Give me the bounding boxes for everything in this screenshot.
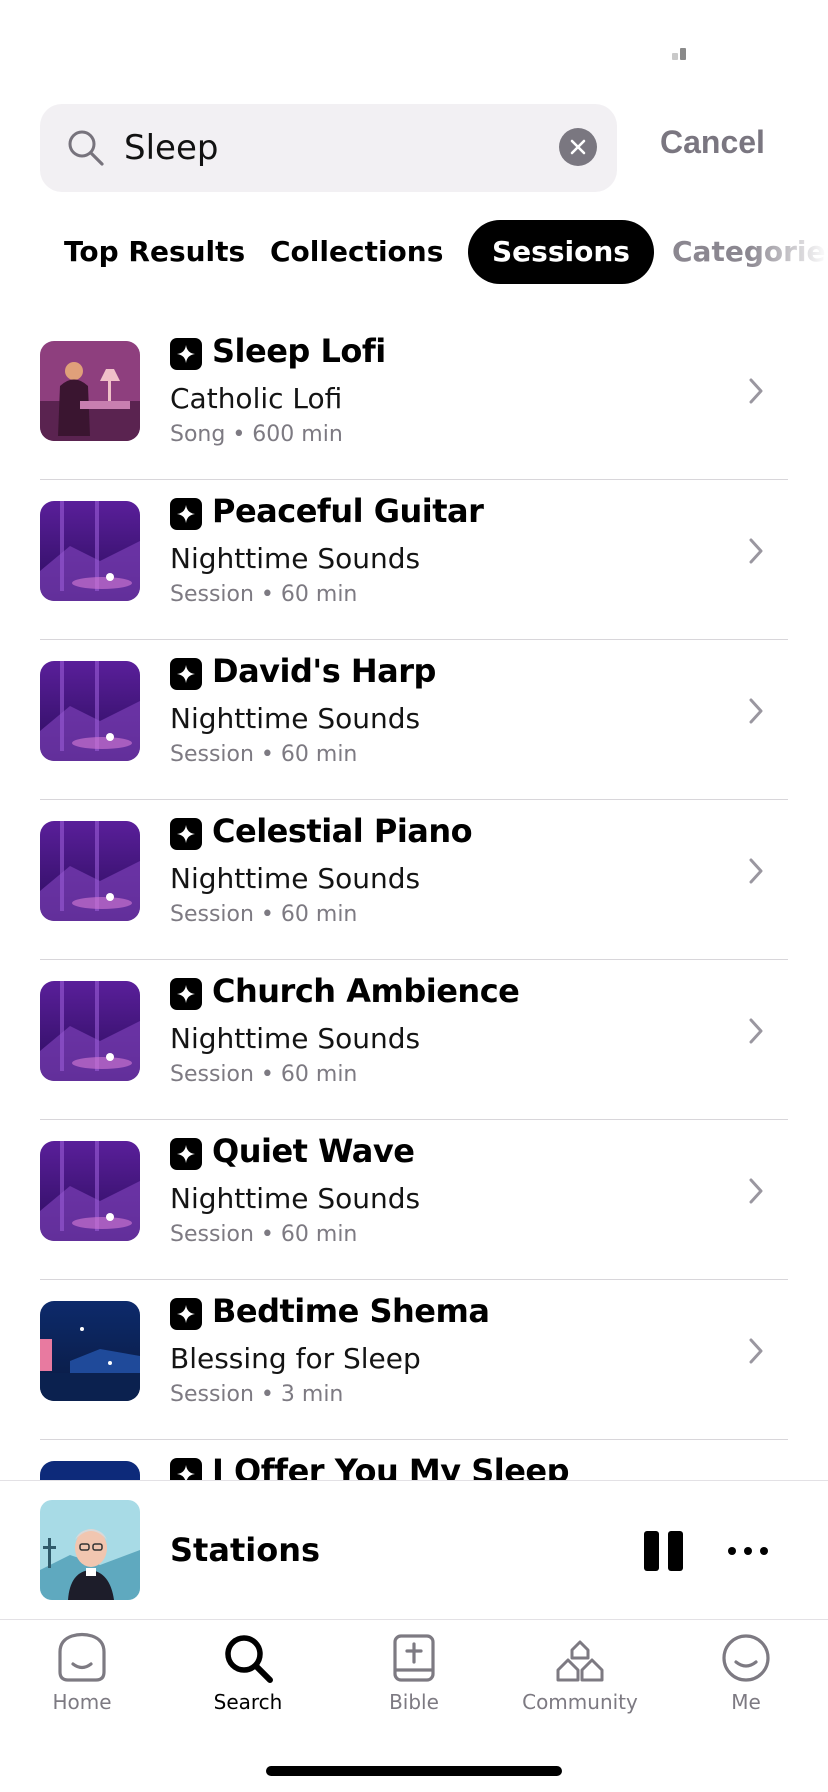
player-title: Stations xyxy=(170,1531,321,1569)
chevron-right-icon xyxy=(749,378,763,404)
home-icon xyxy=(58,1632,106,1682)
nav-community[interactable]: Community xyxy=(510,1632,650,1742)
nav-home-label: Home xyxy=(52,1690,112,1714)
premium-badge-icon xyxy=(170,658,202,690)
result-subtitle: Blessing for Sleep xyxy=(170,1342,421,1375)
list-item[interactable]: Church Ambience Nighttime Sounds Session… xyxy=(40,960,788,1120)
result-subtitle: Nighttime Sounds xyxy=(170,702,421,735)
search-icon xyxy=(68,130,104,166)
result-artwork xyxy=(40,501,140,601)
premium-badge-icon xyxy=(170,1138,202,1170)
premium-badge-icon xyxy=(170,818,202,850)
search-box[interactable] xyxy=(40,104,617,192)
more-options-button[interactable] xyxy=(726,1533,770,1569)
nav-search[interactable]: Search xyxy=(178,1632,318,1742)
result-meta: Session • 60 min xyxy=(170,902,358,927)
result-subtitle: Nighttime Sounds xyxy=(170,1022,421,1055)
result-subtitle: Nighttime Sounds xyxy=(170,1182,421,1215)
bible-icon xyxy=(393,1634,435,1682)
result-title: Sleep Lofi xyxy=(212,332,386,370)
result-title: I Offer You My Sleep xyxy=(212,1452,570,1480)
search-row: Cancel xyxy=(40,104,800,192)
result-title: Bedtime Shema xyxy=(212,1292,490,1330)
result-title: Peaceful Guitar xyxy=(212,492,484,530)
result-artwork xyxy=(40,821,140,921)
result-meta: Session • 60 min xyxy=(170,1222,358,1247)
player-artwork xyxy=(40,1500,140,1600)
results-list: Sleep Lofi Catholic Lofi Song • 600 min … xyxy=(40,320,788,1480)
signal-icon xyxy=(672,48,686,60)
clear-search-button[interactable] xyxy=(559,128,597,166)
nav-community-label: Community xyxy=(522,1690,638,1714)
nav-bible-label: Bible xyxy=(389,1690,439,1714)
premium-badge-icon xyxy=(170,978,202,1010)
result-subtitle: Catholic Lofi xyxy=(170,382,343,415)
chevron-right-icon xyxy=(749,1178,763,1204)
premium-badge-icon xyxy=(170,1458,202,1480)
pause-button[interactable] xyxy=(644,1531,684,1571)
nav-bible[interactable]: Bible xyxy=(344,1632,484,1742)
list-item[interactable]: Quiet Wave Nighttime Sounds Session • 60… xyxy=(40,1120,788,1280)
tabs-fade xyxy=(748,220,828,284)
tab-collections[interactable]: Collections xyxy=(246,220,467,284)
result-artwork xyxy=(40,341,140,441)
premium-badge-icon xyxy=(170,338,202,370)
close-icon xyxy=(570,139,586,155)
nav-me[interactable]: Me xyxy=(676,1632,816,1742)
result-artwork xyxy=(40,661,140,761)
result-artwork xyxy=(40,981,140,1081)
chevron-right-icon xyxy=(749,538,763,564)
list-item[interactable]: Sleep Lofi Catholic Lofi Song • 600 min xyxy=(40,320,788,480)
search-input[interactable] xyxy=(124,120,544,176)
premium-badge-icon xyxy=(170,498,202,530)
result-artwork xyxy=(40,1461,140,1480)
result-title: David's Harp xyxy=(212,652,436,690)
result-meta: Song • 600 min xyxy=(170,422,343,447)
chevron-right-icon xyxy=(749,1018,763,1044)
chevron-right-icon xyxy=(749,858,763,884)
filter-tabs: Top Results Collections Sessions Categor… xyxy=(40,220,828,284)
premium-badge-icon xyxy=(170,1298,202,1330)
status-bar xyxy=(0,0,828,100)
community-icon xyxy=(556,1640,604,1682)
result-meta: Session • 60 min xyxy=(170,582,358,607)
result-meta: Session • 3 min xyxy=(170,1382,344,1407)
list-item[interactable]: I Offer You My Sleep xyxy=(40,1440,788,1480)
list-item[interactable]: Peaceful Guitar Nighttime Sounds Session… xyxy=(40,480,788,640)
nav-home[interactable]: Home xyxy=(12,1632,152,1742)
me-icon xyxy=(722,1634,770,1682)
result-artwork xyxy=(40,1141,140,1241)
search-icon xyxy=(225,1635,273,1683)
result-title: Church Ambience xyxy=(212,972,520,1010)
home-indicator xyxy=(266,1766,562,1776)
chevron-right-icon xyxy=(749,698,763,724)
tab-sessions[interactable]: Sessions xyxy=(468,220,654,284)
cancel-button[interactable]: Cancel xyxy=(660,124,765,161)
list-item[interactable]: Bedtime Shema Blessing for Sleep Session… xyxy=(40,1280,788,1440)
result-artwork xyxy=(40,1301,140,1401)
result-title: Quiet Wave xyxy=(212,1132,415,1170)
result-meta: Session • 60 min xyxy=(170,1062,358,1087)
result-title: Celestial Piano xyxy=(212,812,473,850)
result-subtitle: Nighttime Sounds xyxy=(170,862,421,895)
result-subtitle: Nighttime Sounds xyxy=(170,542,421,575)
list-item[interactable]: Celestial Piano Nighttime Sounds Session… xyxy=(40,800,788,960)
chevron-right-icon xyxy=(749,1338,763,1364)
result-meta: Session • 60 min xyxy=(170,742,358,767)
nav-search-label: Search xyxy=(213,1690,283,1714)
mini-player[interactable]: Stations xyxy=(0,1480,828,1620)
list-item[interactable]: David's Harp Nighttime Sounds Session • … xyxy=(40,640,788,800)
nav-me-label: Me xyxy=(731,1690,761,1714)
tab-top-results[interactable]: Top Results xyxy=(40,220,269,284)
